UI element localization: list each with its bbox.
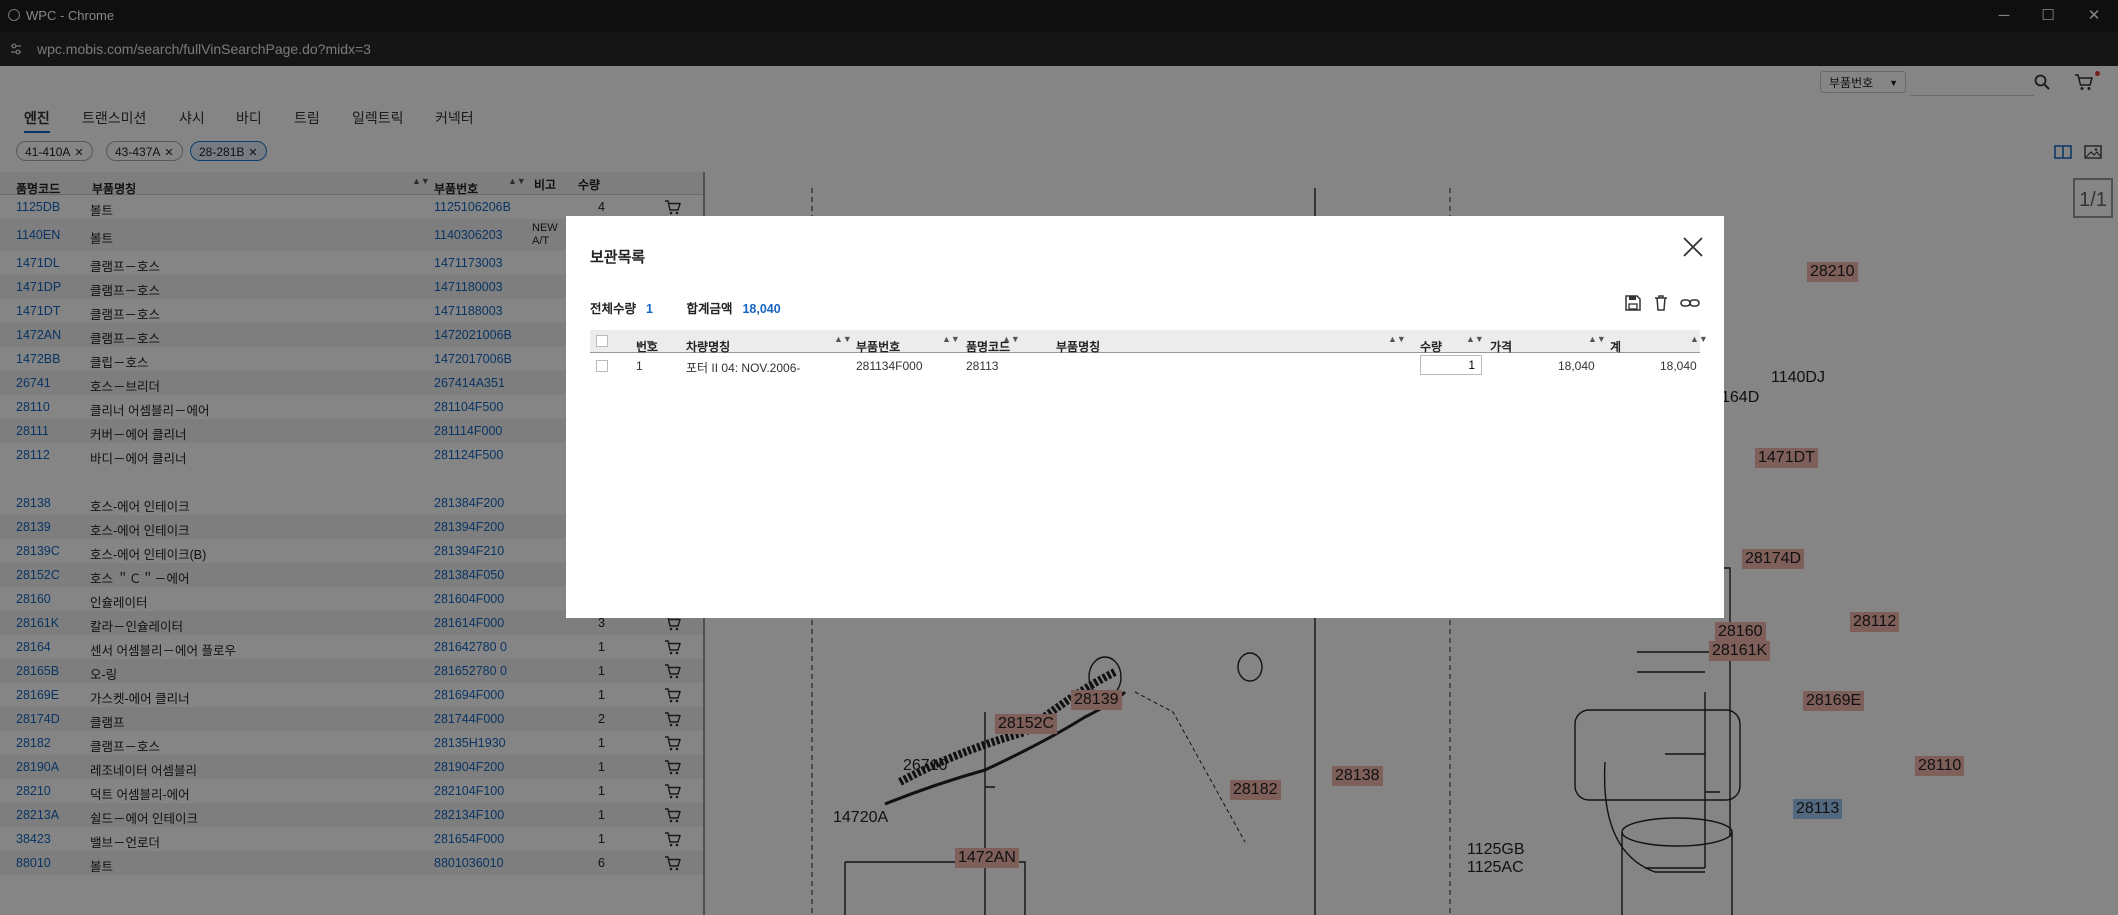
select-all-checkbox[interactable] [596,335,608,347]
sort-icon[interactable]: ▲▼ [942,334,960,344]
cell-partno: 281134F000 [856,359,923,373]
total-qty-label: 전체수량 [590,302,637,316]
total-amount-value: 18,040 [742,302,781,316]
quantity-input[interactable] [1420,355,1482,375]
total-amount-label: 합계금액 [686,302,733,316]
cell-vehicle: 포터 II 04: NOV.2006- [686,361,801,375]
sort-icon[interactable]: ▲▼ [1690,334,1708,344]
total-qty-value: 1 [646,302,653,316]
sort-icon[interactable]: ▲▼ [834,334,852,344]
sort-icon: ▲▼ [636,338,654,348]
cell-no: 1 [636,359,643,373]
link-icon[interactable] [1680,294,1700,312]
close-icon[interactable] [1682,236,1704,258]
cell-total: 18,040 [1660,359,1697,373]
sort-icon[interactable]: ▲▼ [1588,334,1606,344]
sort-icon[interactable]: ▲▼ [1388,334,1406,344]
saved-list-modal: 보관목록 전체수량 1 합계금액 18,040 번호 ▲▼ 차량명칭 ▲▼ 부품번호… [566,216,1724,618]
cell-code: 28113 [966,359,999,373]
saved-table-header: 번호 ▲▼ 차량명칭 ▲▼ 부품번호 ▲▼ 품명코드 ▲▼ 부품명칭 ▲▼ 수량… [590,330,1708,354]
saved-table-row[interactable]: 1 포터 II 04: NOV.2006- 281134F000 28113 1… [590,353,1700,379]
modal-title: 보관목록 [590,249,646,266]
save-icon[interactable] [1624,294,1642,312]
delete-icon[interactable] [1652,294,1670,312]
sort-icon[interactable]: ▲▼ [1002,334,1020,344]
row-checkbox[interactable] [596,360,608,372]
sort-icon[interactable]: ▲▼ [1466,334,1484,344]
cell-price: 18,040 [1558,359,1595,373]
summary-bar: 전체수량 1 합계금액 18,040 [590,298,781,317]
